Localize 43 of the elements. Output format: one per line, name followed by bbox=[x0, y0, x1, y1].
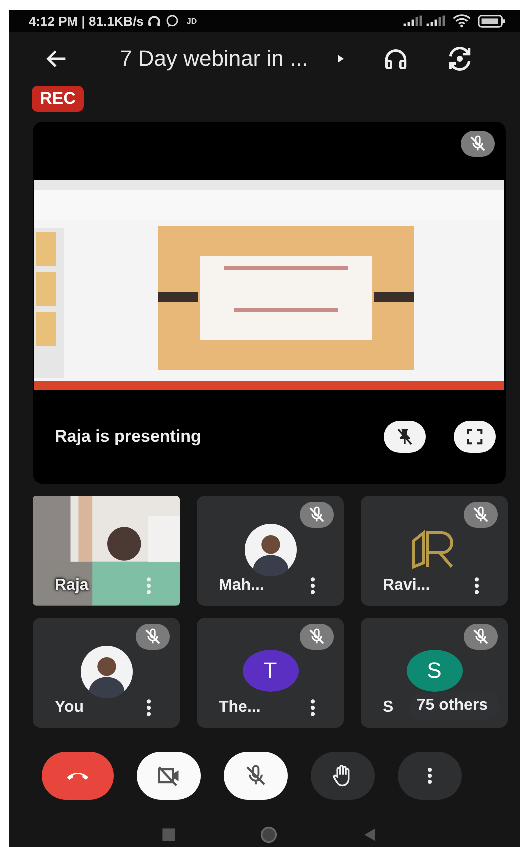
recording-badge: REC bbox=[32, 86, 84, 112]
avatar-initial: T bbox=[242, 650, 298, 692]
participant-name: You bbox=[55, 699, 84, 717]
recents-icon[interactable] bbox=[160, 826, 178, 844]
chat-bubble-icon bbox=[164, 14, 180, 28]
signal-icon bbox=[426, 15, 446, 27]
microphone-button[interactable] bbox=[224, 752, 288, 800]
participant-name: S bbox=[383, 699, 394, 717]
home-icon[interactable] bbox=[260, 826, 278, 844]
meeting-title[interactable]: 7 Day webinar in ... bbox=[120, 46, 308, 72]
more-options-icon[interactable] bbox=[310, 577, 316, 595]
more-options-icon bbox=[428, 768, 432, 784]
more-options-icon[interactable] bbox=[474, 577, 480, 595]
fullscreen-button[interactable] bbox=[454, 421, 496, 453]
presenting-caption: Raja is presenting bbox=[55, 427, 202, 447]
pin-off-icon bbox=[395, 427, 415, 447]
caret-icon[interactable] bbox=[336, 54, 346, 64]
unpin-button[interactable] bbox=[384, 421, 426, 453]
end-call-button[interactable] bbox=[42, 752, 114, 800]
signal-icon bbox=[403, 15, 423, 27]
fullscreen-icon bbox=[465, 427, 485, 447]
participant-name: Raja bbox=[55, 577, 89, 595]
raise-hand-button[interactable] bbox=[311, 752, 375, 800]
camera-button[interactable] bbox=[137, 752, 201, 800]
status-time: 4:12 PM | 81.1KB/s bbox=[29, 14, 144, 28]
more-options-icon[interactable] bbox=[146, 699, 152, 717]
participant-tile[interactable]: Ravi... bbox=[361, 496, 508, 606]
wifi-icon bbox=[453, 14, 471, 28]
participant-name: The... bbox=[219, 699, 261, 717]
participant-name: Mah... bbox=[219, 577, 264, 595]
avatar-figure bbox=[80, 646, 132, 698]
battery-icon bbox=[478, 14, 506, 28]
phone-hangup-icon bbox=[67, 772, 89, 780]
participant-name: Ravi... bbox=[383, 577, 430, 595]
participant-tile[interactable]: T The... bbox=[197, 618, 344, 728]
participant-tile[interactable]: You bbox=[33, 618, 180, 728]
headphones-icon bbox=[146, 14, 162, 28]
carrier-tag: JD bbox=[186, 16, 198, 26]
avatar-figure bbox=[244, 524, 296, 576]
more-options-icon[interactable] bbox=[310, 699, 316, 717]
participant-tile[interactable]: S S 75 others bbox=[361, 618, 508, 728]
avatar-initial: S bbox=[406, 650, 462, 692]
participant-tile[interactable]: Mah... bbox=[197, 496, 344, 606]
